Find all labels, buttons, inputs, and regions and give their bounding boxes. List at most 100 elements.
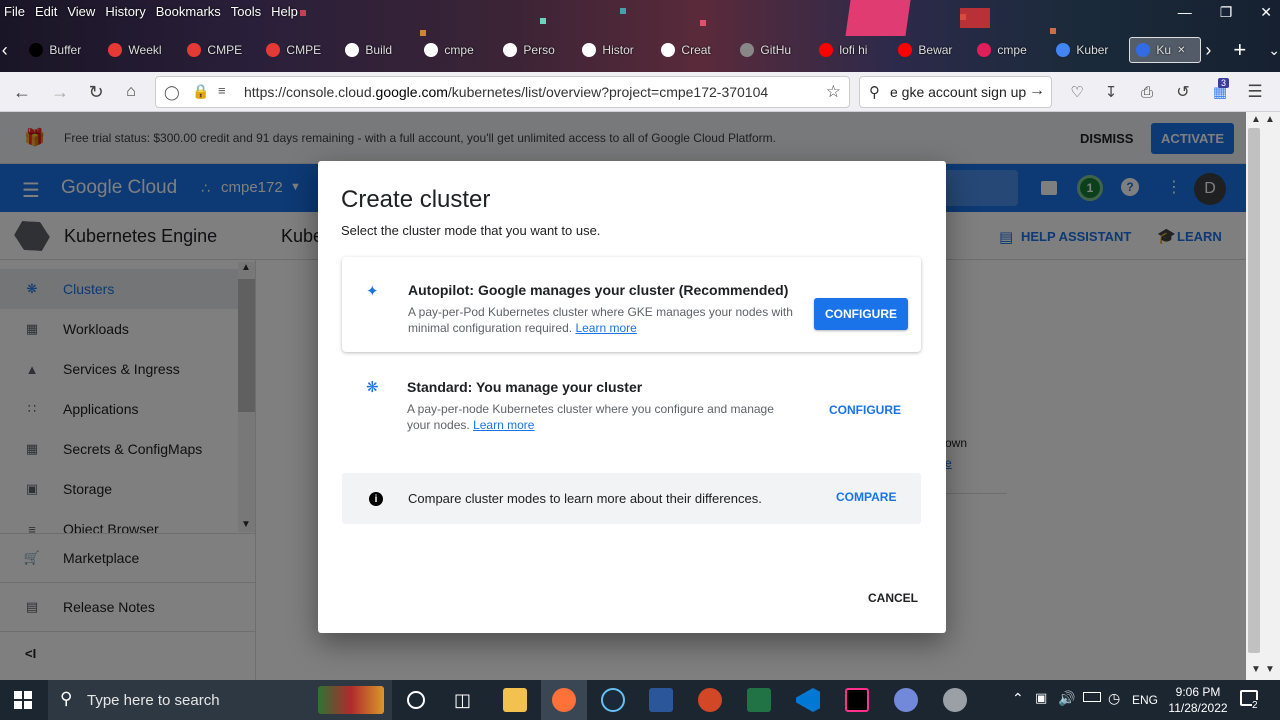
bookmark-star-icon[interactable]: ☆	[826, 82, 841, 102]
wifi-icon[interactable]: ◷	[1108, 690, 1120, 707]
lock-icon[interactable]: 🔒	[192, 83, 209, 100]
battery-icon[interactable]	[1083, 692, 1101, 702]
slack-icon	[977, 43, 992, 57]
url-domain: google.com	[375, 84, 448, 100]
browser-search-field[interactable]: ⚲ e gke account sign up →	[859, 76, 1052, 108]
excel-icon[interactable]	[747, 688, 771, 712]
cancel-button[interactable]: CANCEL	[868, 591, 918, 605]
cortana-icon[interactable]	[407, 691, 425, 709]
restore-icon[interactable]: ❐	[1220, 4, 1233, 21]
github-icon	[661, 43, 676, 57]
snipping-tool-icon[interactable]	[943, 688, 967, 712]
dialog-title: Create cluster	[341, 186, 491, 213]
standard-configure-button[interactable]: CONFIGURE	[829, 403, 901, 417]
browser-tab[interactable]: Kuber	[1050, 37, 1129, 63]
menu-view[interactable]: View	[67, 4, 95, 19]
page-scroll-up-icon[interactable]: ▲	[1265, 114, 1275, 125]
clock-date: 11/28/2022	[1168, 701, 1228, 715]
page-scroll-thumb[interactable]	[1248, 128, 1260, 653]
tab-scroll-right-icon[interactable]: ›	[1205, 40, 1211, 61]
close-tab-icon[interactable]: ✕	[1177, 45, 1185, 56]
compare-button[interactable]: COMPARE	[836, 490, 896, 504]
browser-tab[interactable]: Weekl	[102, 37, 181, 63]
browser-tab[interactable]: Ku ✕	[1129, 37, 1202, 63]
menu-file[interactable]: File	[4, 4, 25, 19]
menu-bookmarks[interactable]: Bookmarks	[156, 4, 221, 19]
browser-tab[interactable]: Bewar	[892, 37, 971, 63]
browser-tab[interactable]: Histor	[576, 37, 655, 63]
browser-tab-label: Buffer	[49, 43, 82, 57]
firefox-icon[interactable]	[552, 688, 576, 712]
kubernetes-icon	[1136, 43, 1151, 57]
standard-title: Standard: You manage your cluster	[407, 379, 643, 395]
autopilot-configure-button[interactable]: CONFIGURE	[814, 298, 908, 330]
github-icon	[503, 43, 518, 57]
close-window-icon[interactable]: ✕	[1260, 4, 1272, 21]
browser-tab[interactable]: Buffer	[23, 37, 102, 63]
browser-tab[interactable]: Perso	[497, 37, 576, 63]
windows-start-icon[interactable]	[14, 691, 32, 709]
browser-tab-label: Perso	[523, 43, 555, 57]
intellij-icon[interactable]	[845, 688, 869, 712]
standard-learn-more-link[interactable]: Learn more	[473, 418, 534, 432]
history-icon[interactable]: ↺	[1171, 80, 1195, 104]
menu-tools[interactable]: Tools	[231, 4, 261, 19]
info-icon: i	[369, 492, 383, 506]
meet-now-icon[interactable]: ▣	[1035, 690, 1047, 706]
pocket-icon[interactable]: ♡	[1065, 80, 1089, 104]
back-icon[interactable]: ←	[10, 80, 34, 104]
menu-edit[interactable]: Edit	[35, 4, 57, 19]
browser-tab[interactable]: cmpe	[971, 37, 1050, 63]
browser-navbar: ← → ↻ ⌂ ◯ 🔒 ≡ https://console.cloud. goog…	[0, 72, 1280, 112]
permissions-icon[interactable]: ≡	[218, 83, 226, 98]
browser-tab[interactable]: Build	[339, 37, 418, 63]
minimize-icon[interactable]: —	[1178, 4, 1192, 21]
powerpoint-icon[interactable]	[698, 688, 722, 712]
browser-tab[interactable]: CMPE	[260, 37, 339, 63]
menu-help[interactable]: Help	[271, 4, 298, 19]
url-suffix: /kubernetes/list/overview?project=cmpe17…	[447, 84, 769, 100]
taskbar-search-icon: ⚲	[60, 689, 73, 708]
shield-icon[interactable]: ◯	[164, 84, 180, 101]
browser-tab[interactable]: lofi hi	[813, 37, 892, 63]
github-icon	[582, 43, 597, 57]
task-view-icon[interactable]: ◫	[454, 690, 471, 711]
menu-history[interactable]: History	[105, 4, 145, 19]
red-ring-icon	[108, 43, 123, 57]
autopilot-learn-more-link[interactable]: Learn more	[575, 321, 636, 335]
reload-icon[interactable]: ↻	[84, 80, 108, 104]
tab-scroll-left-icon[interactable]: ‹	[0, 38, 9, 62]
browser-tab[interactable]: GitHu	[734, 37, 813, 63]
word-icon[interactable]	[649, 688, 673, 712]
browser-tab-label: Histor	[602, 43, 634, 57]
browser-tab[interactable]: cmpe	[418, 37, 497, 63]
volume-icon[interactable]: 🔊	[1058, 690, 1075, 707]
print-icon[interactable]: ⎙	[1135, 80, 1159, 104]
medium-icon	[29, 43, 44, 57]
page-scroll-down-icon[interactable]: ▼	[1265, 664, 1275, 675]
show-hidden-icons-icon[interactable]: ⌃	[1012, 690, 1024, 707]
clock-time: 9:06 PM	[1175, 685, 1221, 699]
browser-tab[interactable]: CMPE	[181, 37, 260, 63]
taskbar-search-input[interactable]: ⚲ Type here to search	[48, 680, 392, 720]
tab-list-icon[interactable]: ⌄	[1268, 42, 1280, 59]
app-menu-icon[interactable]: ☰	[1243, 80, 1267, 104]
downloads-icon[interactable]: ↧	[1099, 80, 1123, 104]
language-indicator[interactable]: ENG	[1132, 693, 1158, 707]
file-explorer-icon[interactable]	[503, 688, 527, 712]
extension-badge: 3	[1218, 78, 1230, 88]
taskbar-clock[interactable]: 9:06 PM 11/28/2022	[1160, 684, 1236, 716]
browser-tab[interactable]: Creat	[655, 37, 734, 63]
go-arrow-icon[interactable]: →	[1029, 82, 1045, 100]
browser-tab-label: Weekl	[128, 43, 162, 57]
discord-icon[interactable]	[894, 688, 918, 712]
new-tab-icon[interactable]: +	[1233, 37, 1246, 63]
page-scroll-down-icon[interactable]: ▼	[1251, 664, 1261, 675]
url-bar[interactable]: ◯ 🔒 ≡ https://console.cloud. google.com/k…	[155, 76, 850, 108]
page-scroll-up-icon[interactable]: ▲	[1251, 114, 1261, 125]
browser-menubar: File Edit View History Bookmarks Tools H…	[0, 0, 308, 22]
forward-icon[interactable]: →	[48, 80, 72, 104]
browser-tab-label: cmpe	[997, 43, 1027, 57]
home-icon[interactable]: ⌂	[119, 80, 143, 104]
steam-icon[interactable]	[601, 688, 625, 712]
